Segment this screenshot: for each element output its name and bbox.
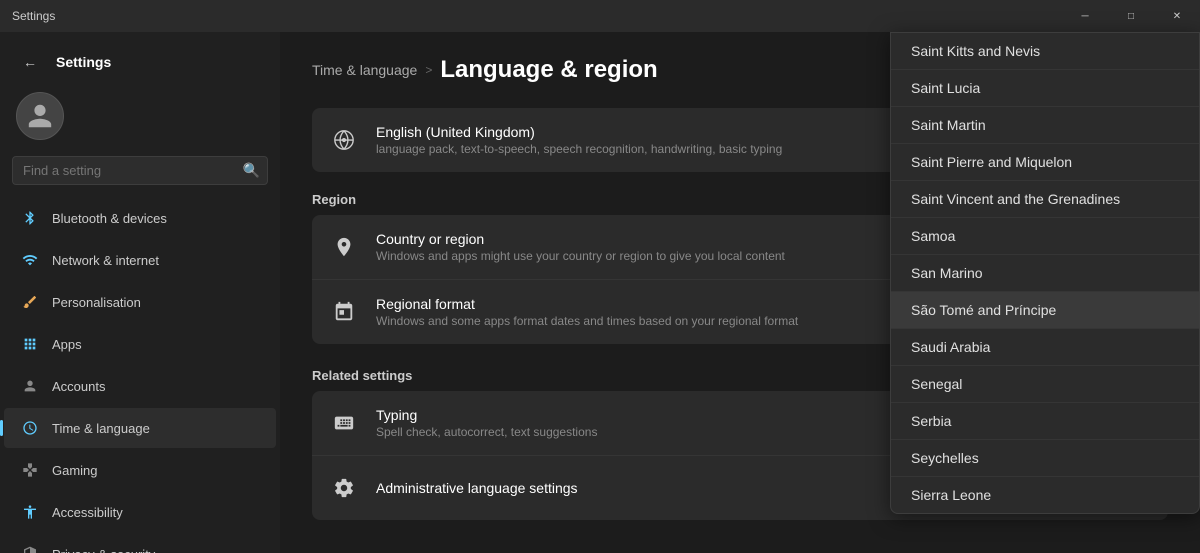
close-button[interactable]: ✕ — [1154, 0, 1200, 32]
titlebar-left: Settings — [12, 9, 55, 23]
sidebar-item-privacy[interactable]: Privacy & security — [4, 534, 276, 553]
dropdown-item-saint-martin[interactable]: Saint Martin — [891, 107, 1199, 144]
apps-icon — [20, 334, 40, 354]
sidebar-item-accounts[interactable]: Accounts — [4, 366, 276, 406]
minimize-button[interactable]: ─ — [1062, 0, 1108, 32]
sidebar-header: ← Settings — [0, 32, 280, 84]
dropdown-item-san-marino[interactable]: San Marino — [891, 255, 1199, 292]
personalise-icon — [20, 292, 40, 312]
privacy-icon — [20, 544, 40, 553]
typing-icon — [328, 407, 360, 439]
titlebar-title: Settings — [12, 9, 55, 23]
sidebar-item-bluetooth[interactable]: Bluetooth & devices — [4, 198, 276, 238]
user-section — [0, 84, 280, 148]
country-icon — [328, 231, 360, 263]
dropdown-item-sao-tome[interactable]: São Tomé and Príncipe — [891, 292, 1199, 329]
breadcrumb-separator: > — [425, 63, 432, 77]
bluetooth-icon — [20, 208, 40, 228]
sidebar-item-apps[interactable]: Apps — [4, 324, 276, 364]
breadcrumb-parent[interactable]: Time & language — [312, 62, 417, 78]
dropdown-item-saudi-arabia[interactable]: Saudi Arabia — [891, 329, 1199, 366]
gaming-label: Gaming — [52, 463, 98, 478]
titlebar: Settings ─ □ ✕ — [0, 0, 1200, 32]
app-body: ← Settings 🔍 Bluetooth & devices — [0, 32, 1200, 553]
admin-lang-icon — [328, 472, 360, 504]
titlebar-controls: ─ □ ✕ — [1062, 0, 1200, 32]
gaming-icon — [20, 460, 40, 480]
dropdown-item-saint-pierre[interactable]: Saint Pierre and Miquelon — [891, 144, 1199, 181]
accounts-icon — [20, 376, 40, 396]
sidebar-item-personalisation[interactable]: Personalisation — [4, 282, 276, 322]
bluetooth-label: Bluetooth & devices — [52, 211, 167, 226]
dropdown-item-senegal[interactable]: Senegal — [891, 366, 1199, 403]
language-icon — [328, 124, 360, 156]
maximize-button[interactable]: □ — [1108, 0, 1154, 32]
search-icon: 🔍 — [243, 162, 260, 179]
sidebar-nav: Bluetooth & devices Network & internet P… — [0, 193, 280, 553]
personalisation-label: Personalisation — [52, 295, 141, 310]
user-icon — [26, 102, 54, 130]
time-label: Time & language — [52, 421, 150, 436]
dropdown-item-sierra-leone[interactable]: Sierra Leone — [891, 477, 1199, 513]
accessibility-label: Accessibility — [52, 505, 123, 520]
privacy-label: Privacy & security — [52, 547, 155, 553]
avatar[interactable] — [16, 92, 64, 140]
sidebar-item-time[interactable]: Time & language — [4, 408, 276, 448]
sidebar: ← Settings 🔍 Bluetooth & devices — [0, 32, 280, 553]
sidebar-item-accessibility[interactable]: Accessibility — [4, 492, 276, 532]
accounts-label: Accounts — [52, 379, 105, 394]
app-title-label: Settings — [56, 54, 111, 70]
search-input[interactable] — [12, 156, 268, 185]
apps-label: Apps — [52, 337, 82, 352]
dropdown-item-saint-lucia[interactable]: Saint Lucia — [891, 70, 1199, 107]
dropdown-item-seychelles[interactable]: Seychelles — [891, 440, 1199, 477]
regional-format-icon — [328, 296, 360, 328]
back-button[interactable]: ← — [16, 48, 44, 76]
dropdown-item-saint-vincent[interactable]: Saint Vincent and the Grenadines — [891, 181, 1199, 218]
sidebar-item-network[interactable]: Network & internet — [4, 240, 276, 280]
country-dropdown: Saint Kitts and Nevis Saint Lucia Saint … — [890, 32, 1200, 514]
time-icon — [20, 418, 40, 438]
dropdown-item-serbia[interactable]: Serbia — [891, 403, 1199, 440]
network-label: Network & internet — [52, 253, 159, 268]
network-icon — [20, 250, 40, 270]
breadcrumb-current: Language & region — [440, 56, 657, 84]
accessibility-icon — [20, 502, 40, 522]
dropdown-item-samoa[interactable]: Samoa — [891, 218, 1199, 255]
sidebar-item-gaming[interactable]: Gaming — [4, 450, 276, 490]
search-box: 🔍 — [12, 156, 268, 185]
dropdown-item-saint-kitts[interactable]: Saint Kitts and Nevis — [891, 33, 1199, 70]
